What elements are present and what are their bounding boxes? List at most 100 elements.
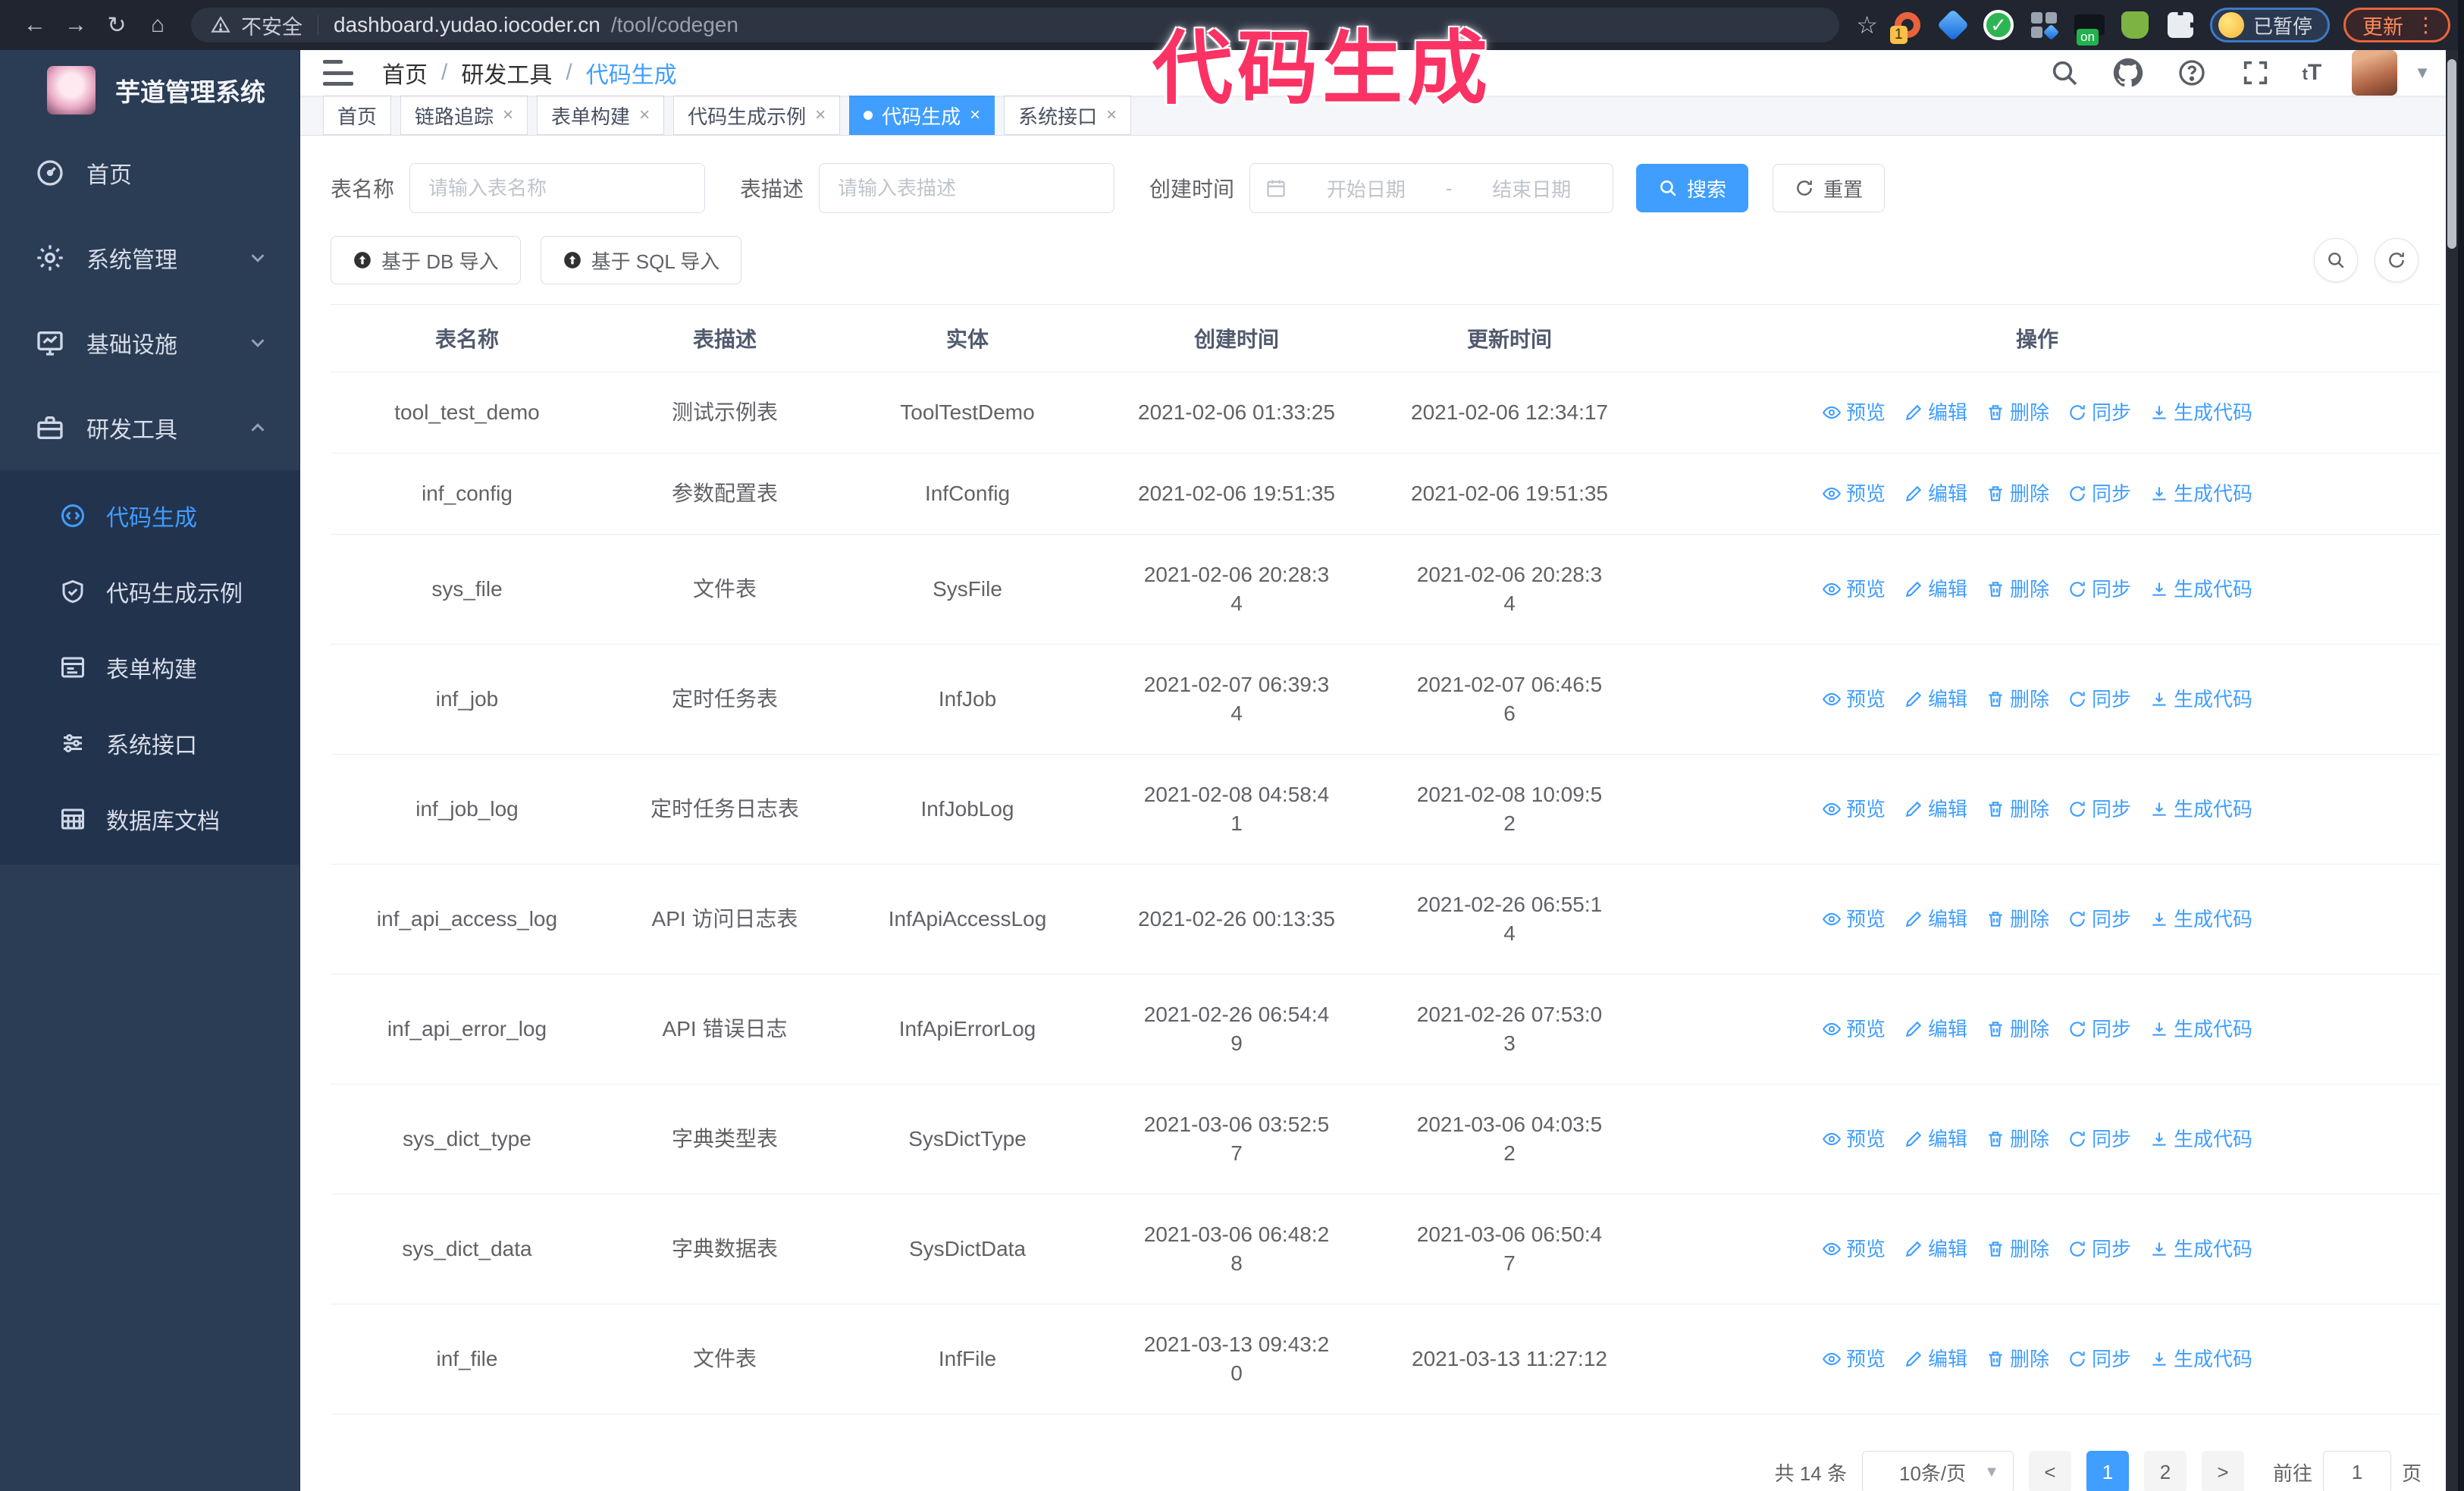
reset-button[interactable]: 重置: [1773, 164, 1886, 212]
generate-code-link[interactable]: 生成代码: [2149, 685, 2252, 714]
edit-link[interactable]: 编辑: [1904, 905, 1967, 934]
breadcrumb-devtools[interactable]: 研发工具: [461, 56, 552, 89]
scrollbar-track[interactable]: [2446, 50, 2458, 1491]
delete-link[interactable]: 删除: [1986, 1015, 2049, 1044]
delete-link[interactable]: 删除: [1986, 575, 2049, 604]
sidebar-item-db-doc[interactable]: 数据库文档: [0, 781, 299, 857]
import-sql-button[interactable]: 基于 SQL 导入: [540, 236, 742, 284]
end-date-placeholder[interactable]: 结束日期: [1466, 174, 1597, 202]
generate-code-link[interactable]: 生成代码: [2149, 1015, 2252, 1044]
edit-link[interactable]: 编辑: [1904, 795, 1967, 824]
browser-home-button[interactable]: ⌂: [141, 8, 174, 42]
tab-close-icon[interactable]: ×: [1106, 106, 1117, 124]
security-label[interactable]: 不安全: [241, 11, 303, 40]
sync-link[interactable]: 同步: [2067, 905, 2131, 934]
hamburger-icon[interactable]: [323, 60, 353, 86]
date-range-picker[interactable]: 开始日期 - 结束日期: [1249, 163, 1614, 213]
address-bar[interactable]: 不安全 dashboard.yudao.iocoder.cn/tool/code…: [191, 8, 1840, 42]
sync-link[interactable]: 同步: [2067, 1015, 2131, 1044]
extension-orange-icon[interactable]: 1: [1889, 9, 1923, 44]
search-button[interactable]: 搜索: [1636, 164, 1749, 212]
tab-system-api[interactable]: 系统接口 ×: [1004, 96, 1132, 135]
extension-green-icon[interactable]: [2119, 9, 2151, 41]
edit-link[interactable]: 编辑: [1904, 1125, 1967, 1154]
app-logo-row[interactable]: 芋道管理系统: [0, 50, 299, 130]
preview-link[interactable]: 预览: [1822, 398, 1886, 427]
page-size-select[interactable]: 10条/页 ▼: [1861, 1451, 2014, 1491]
refresh-table-button[interactable]: [2375, 238, 2419, 282]
edit-link[interactable]: 编辑: [1904, 575, 1967, 604]
generate-code-link[interactable]: 生成代码: [2149, 905, 2252, 934]
browser-reload-button[interactable]: ↻: [100, 8, 133, 42]
tab-close-icon[interactable]: ×: [815, 106, 826, 124]
breadcrumb-home[interactable]: 首页: [382, 56, 428, 89]
tab-home[interactable]: 首页: [323, 96, 392, 135]
sync-link[interactable]: 同步: [2067, 575, 2131, 604]
sidebar-item-infra[interactable]: 基础设施: [0, 300, 299, 385]
sync-link[interactable]: 同步: [2067, 1125, 2131, 1154]
sidebar-item-codegen-demo[interactable]: 代码生成示例: [0, 554, 299, 629]
bookmark-star-icon[interactable]: ☆: [1856, 11, 1878, 39]
page-button-2[interactable]: 2: [2143, 1451, 2187, 1491]
next-page-button[interactable]: >: [2201, 1451, 2244, 1491]
preview-link[interactable]: 预览: [1822, 1345, 1886, 1373]
tab-tracing[interactable]: 链路追踪 ×: [400, 96, 528, 135]
generate-code-link[interactable]: 生成代码: [2149, 1235, 2252, 1263]
preview-link[interactable]: 预览: [1822, 1235, 1886, 1263]
goto-page-input[interactable]: [2322, 1451, 2391, 1491]
preview-link[interactable]: 预览: [1822, 905, 1886, 934]
preview-link[interactable]: 预览: [1822, 795, 1886, 824]
edit-link[interactable]: 编辑: [1904, 479, 1967, 508]
page-button-1[interactable]: 1: [2086, 1451, 2129, 1491]
delete-link[interactable]: 删除: [1986, 795, 2049, 824]
github-icon[interactable]: [2111, 56, 2145, 89]
sync-link[interactable]: 同步: [2067, 795, 2131, 824]
extension-check-icon[interactable]: ✓: [1983, 9, 2014, 41]
tab-form-builder[interactable]: 表单构建 ×: [537, 96, 665, 135]
preview-link[interactable]: 预览: [1822, 575, 1886, 604]
sync-link[interactable]: 同步: [2067, 479, 2131, 508]
avatar-caret-icon[interactable]: ▼: [2414, 63, 2431, 83]
help-icon[interactable]: [2175, 56, 2209, 89]
header-search-icon[interactable]: [2048, 56, 2081, 89]
extension-dark-icon[interactable]: on: [2074, 9, 2105, 46]
table-name-input[interactable]: [409, 163, 706, 213]
edit-link[interactable]: 编辑: [1904, 1235, 1967, 1263]
sidebar-item-codegen[interactable]: 代码生成: [0, 478, 299, 554]
browser-menu-dots-icon[interactable]: ⋮: [2415, 15, 2436, 36]
generate-code-link[interactable]: 生成代码: [2149, 479, 2252, 508]
avatar[interactable]: [2352, 50, 2398, 96]
browser-back-button[interactable]: ←: [18, 8, 52, 42]
preview-link[interactable]: 预览: [1822, 479, 1886, 508]
sidebar-item-system[interactable]: 系统管理: [0, 215, 299, 300]
generate-code-link[interactable]: 生成代码: [2149, 1345, 2252, 1373]
font-size-icon[interactable]: tT: [2303, 60, 2322, 86]
tab-close-icon[interactable]: ×: [970, 106, 980, 124]
sync-link[interactable]: 同步: [2067, 685, 2131, 714]
sidebar-item-system-api[interactable]: 系统接口: [0, 705, 299, 781]
preview-link[interactable]: 预览: [1822, 1015, 1886, 1044]
preview-link[interactable]: 预览: [1822, 1125, 1886, 1154]
delete-link[interactable]: 删除: [1986, 1235, 2049, 1263]
tab-codegen[interactable]: 代码生成 ×: [849, 96, 995, 135]
sync-link[interactable]: 同步: [2067, 398, 2131, 427]
generate-code-link[interactable]: 生成代码: [2149, 795, 2252, 824]
tab-codegen-demo[interactable]: 代码生成示例 ×: [673, 96, 841, 135]
generate-code-link[interactable]: 生成代码: [2149, 1125, 2252, 1154]
start-date-placeholder[interactable]: 开始日期: [1300, 174, 1432, 202]
delete-link[interactable]: 删除: [1986, 905, 2049, 934]
extension-gem-icon[interactable]: [1936, 8, 1970, 42]
sidebar-item-devtools[interactable]: 研发工具: [0, 385, 299, 470]
sidebar-item-home[interactable]: 首页: [0, 130, 299, 215]
tab-close-icon[interactable]: ×: [503, 106, 513, 124]
import-db-button[interactable]: 基于 DB 导入: [331, 236, 521, 284]
delete-link[interactable]: 删除: [1986, 1345, 2049, 1373]
browser-update-button[interactable]: 更新 ⋮: [2343, 8, 2450, 42]
sync-link[interactable]: 同步: [2067, 1345, 2131, 1373]
prev-page-button[interactable]: <: [2028, 1451, 2071, 1491]
sidebar-item-form-builder[interactable]: 表单构建: [0, 629, 299, 705]
edit-link[interactable]: 编辑: [1904, 685, 1967, 714]
table-desc-input[interactable]: [819, 163, 1115, 213]
preview-link[interactable]: 预览: [1822, 685, 1886, 714]
delete-link[interactable]: 删除: [1986, 1125, 2049, 1154]
